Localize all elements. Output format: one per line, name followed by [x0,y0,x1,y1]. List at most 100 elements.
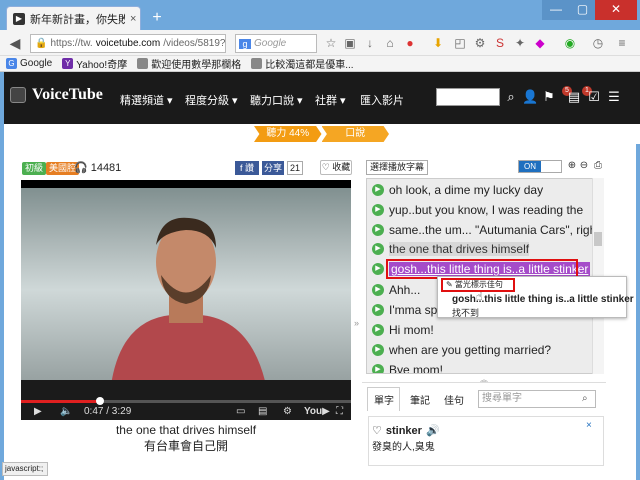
capture-icon[interactable]: ◰ [452,35,468,51]
search-icon[interactable]: ⌕ [503,88,519,106]
subtitle-select[interactable]: 選擇播放字幕 ▾ [366,160,428,185]
flag-icon[interactable]: ⚑ [541,88,557,106]
tab-sentences[interactable]: 佳句 [438,394,470,410]
captions-icon[interactable]: ▤ [258,406,267,417]
subtitle-chinese: 有台車會自己開 [143,439,228,453]
play-line-icon[interactable]: ▶ [372,204,384,216]
search-engine-icon[interactable]: g [239,38,251,49]
play-line-icon[interactable]: ▶ [372,184,384,196]
play-line-icon[interactable]: ▶ [372,344,384,356]
close-icon[interactable]: × [586,420,592,431]
settings-icon[interactable]: ⚙ [283,406,292,417]
checklist-icon[interactable]: ☑ [586,88,602,106]
close-window-button[interactable]: ✕ [595,0,637,20]
maximize-button[interactable]: ▢ [570,0,595,20]
grammar-icon[interactable]: ◉ [562,35,578,51]
nav-speaking[interactable]: 聽力口說 ▾ [250,92,303,108]
tab-notes[interactable]: 筆記 [404,394,436,410]
download-icon[interactable]: ↓ [362,35,378,51]
bookmark-yahoo[interactable]: Y Yahoo!奇摩 [62,56,127,71]
adblock-icon[interactable]: ● [402,35,418,51]
zoom-out-icon[interactable]: ⊖ [578,160,590,174]
scrollbar-thumb[interactable] [594,232,602,246]
toggle-on-label: ON [519,161,541,172]
star-icon[interactable]: ☆ [323,35,339,51]
site-search-input[interactable] [436,88,500,106]
video-time: 0:47 / 3:29 [84,406,132,417]
search-icon[interactable]: ⌕ [582,393,588,404]
menu-icon[interactable]: ☰ [606,88,622,106]
search-bar[interactable]: g Google [235,34,317,53]
list-item[interactable]: ▶ I'mma spe [372,303,444,317]
tab-speaking[interactable]: 口說 [321,126,389,142]
bookmark-google[interactable]: G Google [6,58,52,69]
nav-channels[interactable]: 精選頻道 ▾ [120,92,173,108]
yahoo-icon: Y [62,58,74,69]
bell-icon[interactable]: ▤ [566,88,582,106]
tab-words[interactable]: 單字 [368,394,400,410]
color-extension-icon[interactable]: ◆ [532,35,548,51]
nav-levels[interactable]: 程度分級 ▾ [185,92,238,108]
tab-close-icon[interactable]: × [130,13,136,25]
play-line-icon[interactable]: ▶ [372,263,384,275]
play-icon[interactable]: ▶ [34,406,42,417]
youtube-icon[interactable]: You▶ [304,406,330,417]
play-line-icon[interactable]: ▶ [372,243,384,255]
subtitle-toggle[interactable]: ON [518,160,562,173]
new-tab-button[interactable]: + [148,10,166,26]
list-item[interactable]: ▶ yup..but you know, I was reading the [372,203,583,217]
favorite-button[interactable]: ♡ 收藏 [320,160,352,175]
history-icon[interactable]: ◷ [590,35,606,51]
lock-icon: 🔒 [35,38,48,49]
popup-not-found: 找不到 [452,308,480,318]
subtitles-icon[interactable]: ▭ [236,406,245,417]
back-icon[interactable]: ◀ [6,34,24,52]
nav-community[interactable]: 社群 ▾ [315,92,346,108]
heart-icon[interactable]: ♡ [372,424,382,437]
list-item[interactable]: ▶ same..the um... "Autumania Cars", right… [372,223,603,237]
address-bar[interactable]: 🔒 https://tw.voicetube.com/videos/5819?r… [30,34,226,53]
minimize-button[interactable]: — [542,0,570,20]
bookmark-folder[interactable]: 比較濁這都是優車... [251,56,354,71]
fullscreen-icon[interactable]: ⛶ [336,406,343,417]
volume-icon[interactable]: 🔈 [60,406,72,417]
gear-icon[interactable]: ⚙ [472,35,488,51]
collapse-arrow-icon[interactable]: » [354,318,362,330]
level-badge: 初級 [22,162,47,175]
user-icon[interactable]: 👤 [522,88,538,106]
nav-import[interactable]: 匯入影片 [360,92,404,108]
extension-download-icon[interactable]: ⬇ [430,35,446,51]
play-line-icon[interactable]: ▶ [372,324,384,336]
puzzle-icon[interactable]: ✦ [512,35,528,51]
tab-listening[interactable]: 聽力 44% [254,126,322,142]
play-line-icon[interactable]: ▶ [372,284,384,296]
video-player[interactable] [21,180,351,380]
headphones-icon: 🎧 [74,162,88,174]
list-item[interactable]: ▶ when are you getting married? [372,343,551,357]
word-text: stinker [385,424,422,437]
play-line-icon[interactable]: ▶ [372,364,384,373]
home-icon[interactable]: ⌂ [382,35,398,51]
list-item-current[interactable]: ▶ the one that drives himself [372,242,530,256]
video-bottom-bar [21,380,351,398]
list-item[interactable]: ▶ Bye mom! [372,363,443,373]
speaker-icon[interactable]: 🔊 [426,424,440,437]
bookmark-folder[interactable]: 歡迎使用數學那欄格 [137,56,241,71]
site-logo[interactable]: VoiceTube [10,86,103,104]
facebook-like-button[interactable]: f 讚 [235,161,259,175]
share-button[interactable]: 分享 [262,161,284,175]
play-line-icon[interactable]: ▶ [372,304,384,316]
print-icon[interactable]: ⎙ [592,160,604,174]
zoom-in-icon[interactable]: ⊕ [566,160,578,174]
expand-up-icon[interactable]: ︽ [480,374,488,385]
list-item[interactable]: ▶ Ahh... [372,283,420,297]
word-search-input[interactable]: 搜尋單字 [478,390,596,408]
mode-tabs: 聽力 44% 口說 [254,126,389,142]
play-line-icon[interactable]: ▶ [372,224,384,236]
s-extension-icon[interactable]: S [492,35,508,51]
clipboard-icon[interactable]: ▣ [342,35,358,51]
browser-tab[interactable]: ▶ 新年新計畫，你失敗了嗎?... × [6,6,141,30]
list-item[interactable]: ▶ oh look, a dime my lucky day [372,183,543,197]
list-item[interactable]: ▶ Hi mom! [372,323,434,337]
menu-icon[interactable]: ≡ [614,35,630,51]
